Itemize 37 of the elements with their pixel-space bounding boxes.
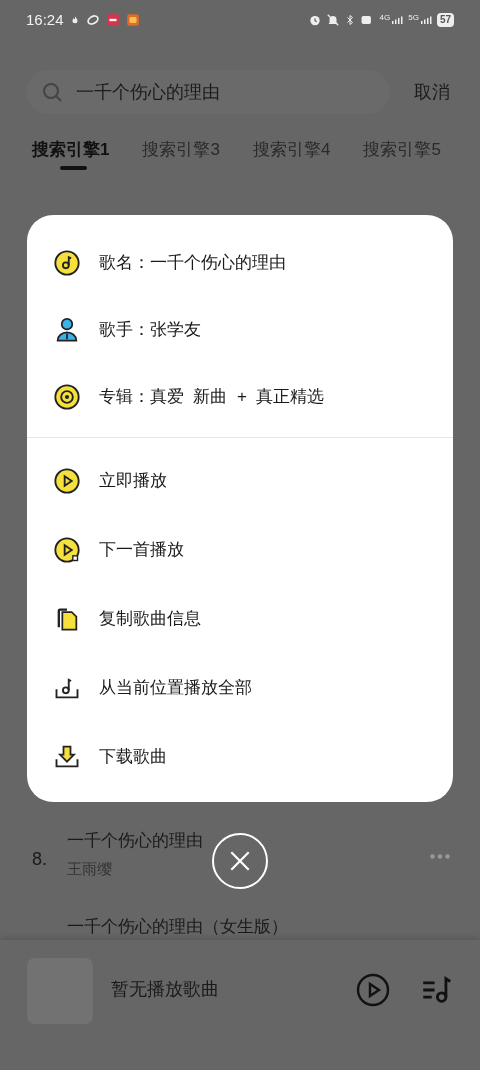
menu-item[interactable]: 下一首播放 [27,515,453,584]
play-next-icon [53,535,81,564]
info-row: 专辑：真爱 新曲 + 真正精选 [27,363,453,430]
tab[interactable]: 搜索引擎1 [32,130,110,170]
menu-item[interactable]: 复制歌曲信息 [27,584,453,653]
more-icon [430,854,450,859]
menu-item[interactable]: 下载歌曲 [27,722,453,791]
song-title: 一千个伤心的理由 [67,830,203,852]
search-field[interactable]: 一千个伤心的理由 [26,70,390,114]
play-icon[interactable] [355,972,391,1008]
network-label: 4G [379,14,391,22]
menu-item[interactable]: 从当前位置播放全部 [27,653,453,722]
result-number: 8. [32,849,47,869]
song-title: 一千个伤心的理由（女生版） [67,916,288,938]
alarm-icon [307,13,322,27]
tab[interactable]: 搜索引擎4 [252,130,331,170]
info-row: 歌手：张学友 [27,296,453,363]
close-button[interactable] [212,833,268,889]
signal-icon [390,14,405,26]
disc-icon [53,382,81,411]
cancel-button[interactable]: 取消 [410,78,454,106]
battery-indicator: 57 [436,13,454,27]
tab[interactable]: 搜索引擎3 [142,130,220,170]
info-row: 歌名：一千个伤心的理由 [27,229,453,296]
status-time: 16:24 [26,9,64,30]
mute-icon [325,13,340,27]
search-icon [40,80,64,104]
network-label: 5G [408,14,419,22]
app-icon [125,13,140,27]
ring-icon [85,13,100,27]
signal-icon [418,14,433,26]
menu-item[interactable]: 立即播放 [27,446,453,515]
music-note-icon [53,248,81,277]
now-playing-title: 暂无播放歌曲 [111,978,220,1001]
tab[interactable]: 搜索引擎5 [363,130,441,170]
app-icon [105,13,120,27]
play-icon [53,466,81,495]
